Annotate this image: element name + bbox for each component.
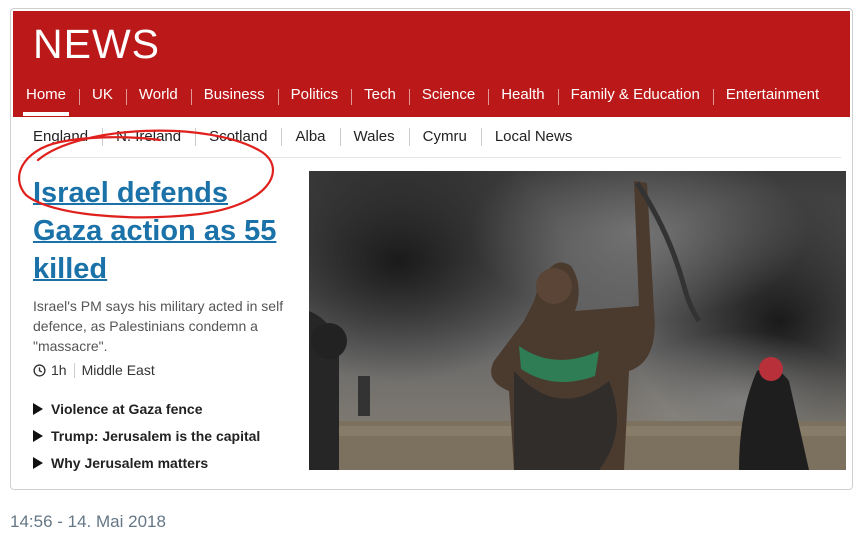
subnav-item-england[interactable]: England — [21, 127, 102, 147]
nav-item-uk[interactable]: UK — [79, 78, 126, 116]
nav-item-politics[interactable]: Politics — [277, 78, 352, 116]
nav-item-business[interactable]: Business — [190, 78, 278, 116]
play-arrow-icon — [33, 402, 43, 415]
related-story-label: Violence at Gaza fence — [51, 400, 203, 417]
nav-item-science[interactable]: Science — [408, 78, 488, 116]
news-logo[interactable]: NEWS — [33, 21, 160, 68]
story-meta: 1h Middle East — [33, 362, 155, 378]
subnav-divider — [21, 157, 841, 158]
sub-nav: England N. Ireland Scotland Alba Wales C… — [21, 127, 586, 147]
tweet-image-card: NEWS Home UK World Business Politics Tec… — [10, 8, 853, 490]
story-section-link[interactable]: Middle East — [82, 362, 155, 378]
related-stories: Violence at Gaza fence Trump: Jerusalem … — [33, 395, 260, 476]
tweet-timestamp[interactable]: 14:56 - 14. Mai 2018 — [10, 512, 166, 532]
subnav-item-n-ireland[interactable]: N. Ireland — [102, 127, 195, 147]
related-story-label: Trump: Jerusalem is the capital — [51, 427, 261, 444]
nav-item-family-education[interactable]: Family & Education — [557, 78, 713, 116]
story-summary: Israel's PM says his military acted in s… — [33, 298, 284, 354]
subnav-item-local-news[interactable]: Local News — [480, 127, 587, 147]
nav-item-tech[interactable]: Tech — [351, 78, 409, 116]
story-photo[interactable] — [309, 171, 846, 470]
related-story-link[interactable]: Why Jerusalem matters — [33, 449, 260, 476]
related-story-link[interactable]: Trump: Jerusalem is the capital — [33, 422, 260, 449]
story-time: 1h — [51, 362, 67, 378]
subnav-item-scotland[interactable]: Scotland — [195, 127, 281, 147]
nav-item-home[interactable]: Home — [13, 78, 79, 116]
subnav-item-cymru[interactable]: Cymru — [408, 127, 481, 147]
bbc-header: NEWS Home UK World Business Politics Tec… — [13, 11, 850, 117]
nav-item-entertainment[interactable]: Entertainment — [712, 78, 832, 116]
story-headline-link[interactable]: Israel defends Gaza action as 55 killed — [33, 174, 293, 288]
play-arrow-icon — [33, 429, 43, 442]
related-story-label: Why Jerusalem matters — [51, 454, 209, 471]
nav-item-health[interactable]: Health — [488, 78, 557, 116]
related-story-link[interactable]: Violence at Gaza fence — [33, 395, 260, 422]
play-arrow-icon — [33, 456, 43, 469]
nav-item-world[interactable]: World — [125, 78, 191, 116]
subnav-item-wales[interactable]: Wales — [339, 127, 409, 147]
clock-icon — [33, 363, 46, 377]
subnav-item-alba[interactable]: Alba — [281, 127, 339, 147]
meta-divider — [73, 362, 75, 378]
main-nav: Home UK World Business Politics Tech Sci… — [13, 78, 832, 116]
